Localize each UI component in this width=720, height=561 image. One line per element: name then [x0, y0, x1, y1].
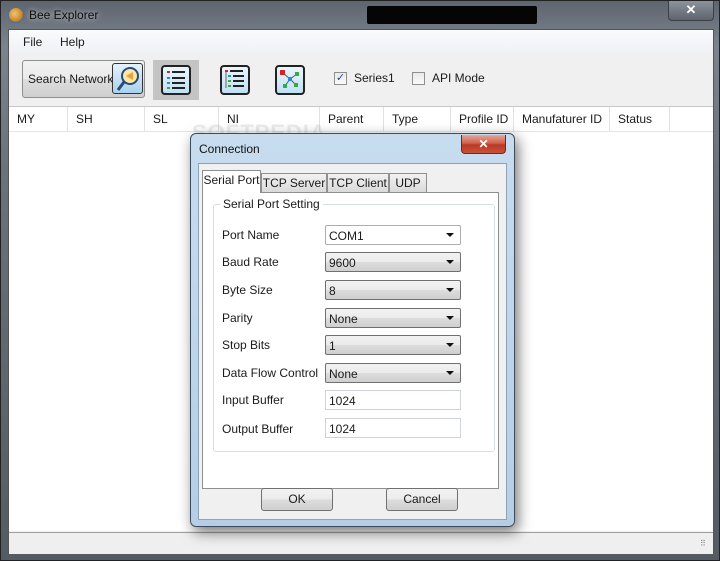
stop-bits-value: 1 — [329, 339, 336, 353]
cancel-button[interactable]: Cancel — [386, 488, 458, 511]
close-icon: ✕ — [685, 2, 697, 17]
port-name-label: Port Name — [222, 228, 280, 242]
menu-help[interactable]: Help — [60, 35, 85, 49]
api-mode-checkbox[interactable] — [412, 71, 425, 85]
resize-grip-icon[interactable]: ⠿ — [700, 540, 710, 551]
port-name-combo[interactable]: COM1 — [325, 225, 461, 245]
port-name-value: COM1 — [329, 229, 364, 243]
stop-bits-select[interactable]: 1 — [325, 335, 461, 355]
list-view-icon — [161, 65, 191, 95]
column-header-parent[interactable]: Parent — [320, 107, 384, 131]
ok-button[interactable]: OK — [261, 488, 333, 511]
dialog-close-button[interactable]: ✕ — [461, 135, 506, 154]
menu-bar: File Help — [9, 30, 713, 54]
search-network-label: Search Network — [28, 72, 114, 86]
parity-select[interactable]: None — [325, 308, 461, 328]
byte-size-value: 8 — [329, 284, 336, 298]
connection-dialog: Connection ✕ Serial Port TCP Server TCP … — [190, 133, 515, 527]
tab-tcp-client[interactable]: TCP Client — [327, 173, 389, 192]
input-buffer-label: Input Buffer — [222, 393, 284, 407]
serial-port-setting-group: Serial Port Setting Port Name COM1 Baud … — [213, 197, 495, 452]
chevron-down-icon — [446, 288, 454, 292]
stop-bits-label: Stop Bits — [222, 338, 271, 352]
api-mode-checkbox-group[interactable]: API Mode — [412, 71, 485, 85]
magnifier-icon — [112, 63, 143, 94]
output-buffer-label: Output Buffer — [222, 422, 294, 436]
tab-udp[interactable]: UDP — [389, 173, 427, 192]
byte-size-select[interactable]: 8 — [325, 280, 461, 300]
column-header-my[interactable]: MY — [9, 107, 68, 131]
input-buffer-field[interactable]: 1024 — [325, 390, 461, 410]
window-close-button[interactable]: ✕ — [668, 1, 714, 21]
chevron-down-icon — [446, 260, 454, 264]
series1-checkbox[interactable]: ✓ — [334, 71, 347, 85]
toolbar: Search Network ✓ Series1 API Mode — [9, 56, 713, 104]
column-header-type[interactable]: Type — [384, 107, 451, 131]
output-buffer-field[interactable]: 1024 — [325, 418, 461, 438]
window-title: Bee Explorer — [29, 8, 99, 22]
menu-file[interactable]: File — [23, 35, 42, 49]
list-view-button[interactable] — [153, 60, 199, 100]
tab-tcp-server[interactable]: TCP Server — [261, 173, 327, 192]
parity-value: None — [329, 312, 358, 326]
chevron-down-icon — [446, 343, 454, 347]
title-bar[interactable]: Bee Explorer ✕ — [1, 1, 720, 29]
data-flow-control-label: Data Flow Control — [222, 366, 319, 380]
tree-view-icon — [220, 65, 250, 95]
column-header-sh[interactable]: SH — [68, 107, 145, 131]
series1-checkbox-group[interactable]: ✓ Series1 — [334, 71, 395, 85]
dialog-body: Serial Port TCP Server TCP Client UDP Se… — [198, 163, 507, 520]
parity-label: Parity — [222, 311, 253, 325]
redacted-region — [367, 6, 537, 24]
baud-rate-label: Baud Rate — [222, 255, 279, 269]
tab-serial-port[interactable]: Serial Port — [202, 170, 261, 193]
baud-rate-select[interactable]: 9600 — [325, 252, 461, 272]
close-icon: ✕ — [478, 137, 489, 151]
column-header-manufacturer-id[interactable]: Manufaturer ID — [514, 107, 610, 131]
status-bar: ⠿ — [9, 532, 713, 554]
data-flow-control-value: None — [329, 367, 358, 381]
app-icon — [8, 7, 24, 23]
baud-rate-value: 9600 — [329, 256, 356, 270]
search-network-button[interactable]: Search Network — [22, 60, 145, 98]
tree-view-button[interactable] — [212, 60, 258, 100]
byte-size-label: Byte Size — [222, 283, 273, 297]
group-title: Serial Port Setting — [220, 197, 323, 211]
dialog-title: Connection — [199, 142, 260, 156]
data-flow-control-select[interactable]: None — [325, 363, 461, 383]
chevron-down-icon — [446, 233, 454, 237]
header-divider — [9, 131, 713, 132]
serial-port-panel: Serial Port Setting Port Name COM1 Baud … — [202, 192, 499, 489]
network-view-button[interactable] — [267, 60, 313, 100]
column-header-profile-id[interactable]: Profile ID — [451, 107, 514, 131]
network-graph-icon — [275, 65, 305, 95]
api-mode-label: API Mode — [432, 71, 485, 85]
series1-label: Series1 — [354, 71, 395, 85]
chevron-down-icon — [446, 316, 454, 320]
chevron-down-icon — [446, 371, 454, 375]
column-header-status[interactable]: Status — [610, 107, 670, 131]
